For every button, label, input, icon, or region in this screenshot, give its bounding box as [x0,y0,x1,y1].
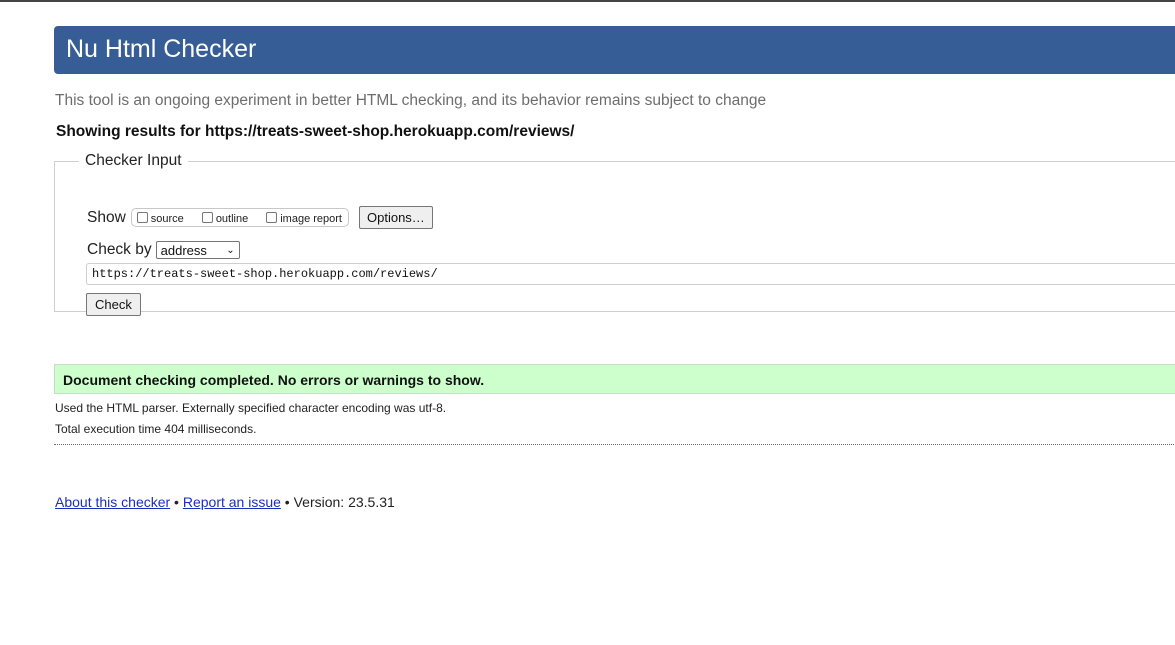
outline-checkbox-label[interactable]: outline [216,213,248,225]
show-options-row: Show source outline image report Options… [87,206,433,229]
image-report-checkbox[interactable] [266,212,278,223]
header-banner: Nu Html Checker [54,26,1175,74]
options-button[interactable]: Options… [359,206,433,229]
check-by-label: Check by [87,241,152,258]
source-checkbox[interactable] [136,212,148,223]
footer-separator: • [280,494,294,510]
version-text: Version: 23.5.31 [293,494,395,510]
tagline: This tool is an ongoing experiment in be… [55,92,767,109]
report-issue-link[interactable]: Report an issue [183,494,281,510]
checker-input-legend: Checker Input [85,152,182,169]
results-for-heading: Showing results for https://treats-sweet… [56,123,575,140]
show-options-group: source outline image report [130,208,349,227]
check-by-selected-value: address [160,242,207,258]
page-title: Nu Html Checker [66,35,257,63]
show-label: Show [87,208,126,226]
checker-input-fieldset: Checker Input Show source outline image … [54,152,1175,316]
footer-separator: • [170,494,183,510]
outline-checkbox[interactable] [201,212,213,223]
footer: About this checker • Report an issue • V… [55,494,395,510]
image-report-checkbox-label[interactable]: image report [280,213,342,225]
execution-time: Total execution time 404 milliseconds. [55,422,257,436]
check-button[interactable]: Check [86,293,141,316]
divider [54,444,1175,445]
parser-info: Used the HTML parser. Externally specifi… [55,401,447,415]
source-checkbox-label[interactable]: source [151,213,184,225]
url-input[interactable]: https://treats-sweet-shop.herokuapp.com/… [86,263,1175,285]
success-message: Document checking completed. No errors o… [54,364,1175,394]
check-by-row: Check by address ⌄ [87,241,240,259]
check-by-select[interactable]: address ⌄ [155,241,240,259]
chevron-down-icon: ⌄ [226,244,235,256]
about-link[interactable]: About this checker [55,494,170,510]
